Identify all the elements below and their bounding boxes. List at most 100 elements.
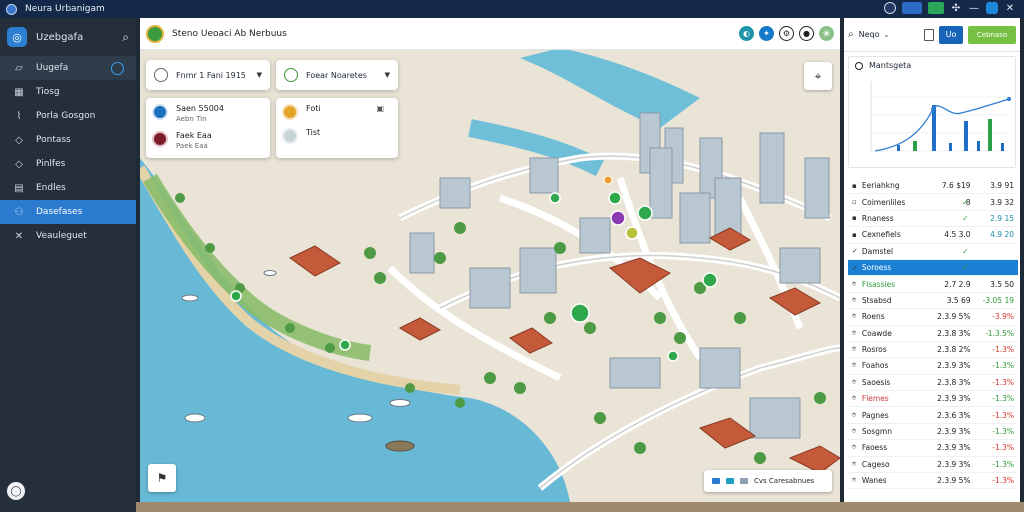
layer-select[interactable]: Foear Noaretes ▼ <box>276 60 398 90</box>
legend-label: Cvs Caresabnues <box>754 477 815 485</box>
export-button[interactable]: Cebnaso <box>968 25 1016 44</box>
row-name: Cageso <box>861 459 890 469</box>
row-icon: ⌾ <box>852 279 857 288</box>
search-icon[interactable]: ⌕ <box>122 30 129 45</box>
row-value: 2.3.9 3% <box>937 459 971 469</box>
minimize-icon[interactable]: — <box>968 3 980 14</box>
dropdown-value: Neqo <box>858 30 880 39</box>
table-row[interactable]: ▪ Rnaness 2.9 15 ✓ <box>848 211 1018 228</box>
row-name: Sosgmn <box>861 427 892 437</box>
row-name: Soroess <box>861 263 892 273</box>
row-name: Rosros <box>861 345 887 355</box>
table-row[interactable]: ⌾ Rosros 2.3.8 2% -1.3% <box>848 342 1018 359</box>
map-actions: ◐ ✦ ⚙ ● ❀ <box>739 26 834 41</box>
table-row[interactable]: ⌾ Stsabsd 3.5 69 -3.05 19 <box>848 293 1018 310</box>
sidebar-item-pontass[interactable]: ◇ Pontass <box>0 128 136 152</box>
info-item[interactable]: Saen 55004 Aebn Tin <box>152 104 264 123</box>
sync-pill[interactable] <box>928 2 944 14</box>
info-title: Saen 55004 <box>176 104 224 113</box>
table-row[interactable]: ⌾ Flsassies 2.7 2.9 3.5 50 <box>848 276 1018 293</box>
layer-value: Foear Noaretes <box>306 70 367 80</box>
street-view-button[interactable]: ⚑ <box>148 464 176 492</box>
table-row[interactable]: ⌾ Coawde 2.3.8 3% -1.3.5% <box>848 326 1018 342</box>
twitter-icon[interactable]: ✦ <box>759 26 774 41</box>
city-map[interactable] <box>140 18 840 502</box>
sidebar-item-tiosg[interactable]: ▦ Tiosg <box>0 80 136 104</box>
row-value: 2.3.9 5% <box>937 312 971 322</box>
table-row[interactable]: ⌾ Cageso 2.3.9 3% -1.3% <box>848 457 1018 474</box>
compass-button[interactable]: ⌖ <box>804 62 832 90</box>
table-row[interactable]: ▪ Cexnefiels 4.5 3.0 4.9 20 <box>848 227 1018 244</box>
table-row[interactable]: ⌾ Foahos 2.3.9 3% -1.3% <box>848 358 1018 375</box>
table-row[interactable]: ⌾ Wanes 2.3.9 5% -1.3% <box>848 473 1018 490</box>
account-icon[interactable] <box>884 2 896 14</box>
title-bar-actions: ✣ — ✕ <box>884 2 1016 14</box>
row-change: -3.05 19 <box>982 295 1015 305</box>
search-icon[interactable]: ⌕ <box>848 29 854 40</box>
row-icon: ⌾ <box>852 459 857 468</box>
row-value: 7.6 $19 <box>941 181 971 191</box>
layer-icon <box>284 68 298 82</box>
date-range-select[interactable]: Fnmr 1 Fani 1915 ▼ <box>146 60 270 90</box>
map-view[interactable]: Steno Ueoaci Ab Nerbuus ◐ ✦ ⚙ ● ❀ Fnmr 1… <box>140 18 840 502</box>
info-title: Foti <box>306 104 321 113</box>
row-name: Faoess <box>861 443 888 453</box>
sidebar-item-uugefa[interactable]: ▱ Uugefa <box>0 56 136 80</box>
row-icon: ▪ <box>852 181 857 190</box>
help-icon[interactable]: ◯ <box>7 482 25 500</box>
info-title: Tist <box>306 128 321 137</box>
row-change: -1.3% <box>992 361 1015 371</box>
table-row[interactable]: ▪ Eeriahkng 7.6 $19 3.9 91 <box>848 178 1018 195</box>
row-value: 2.3.6 3% <box>937 410 971 420</box>
sidebar-item-endles[interactable]: ▤ Endles <box>0 176 136 200</box>
check-icon: ✓ <box>962 246 969 256</box>
app-badge-icon[interactable] <box>986 2 998 14</box>
primary-button[interactable]: Uo <box>939 25 963 44</box>
table-row[interactable]: ⌾ Faoess 2.3.9 3% -1.3% <box>848 440 1018 457</box>
row-change: -1.3% <box>992 443 1015 453</box>
document-icon[interactable] <box>924 28 934 41</box>
share-icon[interactable]: ◐ <box>739 26 754 41</box>
table-row[interactable]: ✓ Soroess ✓ <box>848 259 1018 277</box>
sidebar-item-veauleguet[interactable]: ✕ Veauleguet <box>0 224 136 248</box>
toggle-icon[interactable] <box>111 61 124 75</box>
row-change: -1.3.5% <box>985 328 1015 338</box>
table-row[interactable]: ⌾ Sosgmn 2.3.9 3% -1.3% <box>848 424 1018 441</box>
info-item[interactable]: Tist <box>282 128 392 144</box>
row-value: 2.7 2.9 <box>944 279 971 289</box>
close-icon[interactable]: ✕ <box>1004 3 1016 14</box>
status-pill[interactable] <box>902 2 922 14</box>
row-icon: ▪ <box>852 230 857 239</box>
people-icon: ⚇ <box>14 206 24 218</box>
legend-swatch <box>726 478 734 484</box>
nature-icon[interactable]: ❀ <box>819 26 834 41</box>
record-icon[interactable]: ● <box>799 26 814 41</box>
table-row[interactable]: ⌾ Roens 2.3.9 5% -3.9% <box>848 309 1018 326</box>
row-change: -3.9% <box>992 312 1015 322</box>
row-icon: ⌾ <box>852 394 857 403</box>
route-icon: ⌇ <box>16 110 22 122</box>
row-value: 2.3.8 2% <box>937 345 971 355</box>
table-row[interactable]: ⌾ Saoesis 2.3.8 3% -1.3% <box>848 375 1018 392</box>
row-icon: ✓ <box>852 263 858 272</box>
region-dropdown[interactable]: Neqo ⌄ <box>859 30 919 39</box>
row-change: -1.3% <box>992 459 1015 469</box>
pin-icon[interactable]: ✣ <box>950 3 962 14</box>
info-item[interactable]: Foti ▣ <box>282 104 392 120</box>
table-row[interactable]: ⌾ Pagnes 2.3.6 3% -1.3% <box>848 407 1018 424</box>
sidebar-item-dasefases[interactable]: ⚇ Dasefases <box>0 200 136 224</box>
trash-icon[interactable]: ▣ <box>376 104 384 113</box>
legend-swatch <box>712 478 720 484</box>
row-icon: ✓ <box>852 247 858 256</box>
sidebar-item-porla-gosgon[interactable]: ⌇ Porla Gosgon <box>0 104 136 128</box>
sun-icon <box>282 104 298 120</box>
sidebar-item-pinlfes[interactable]: ◇ Pinlfes <box>0 152 136 176</box>
pin-icon: ◇ <box>15 134 23 146</box>
info-item[interactable]: Faek Eaa Paek Eaa <box>152 131 264 150</box>
table-row[interactable]: ✓ Damstel ✓ <box>848 244 1018 260</box>
settings-icon[interactable]: ⚙ <box>779 26 794 41</box>
table-row[interactable]: ⌾ Flemes 2.3.9 3% -1.3% <box>848 391 1018 408</box>
table-row[interactable]: ▫ Coimenliles 8 3.9 32 ✓ <box>848 194 1018 211</box>
info-subtitle: Aebn Tin <box>176 115 207 123</box>
desk-edge <box>136 502 1024 512</box>
